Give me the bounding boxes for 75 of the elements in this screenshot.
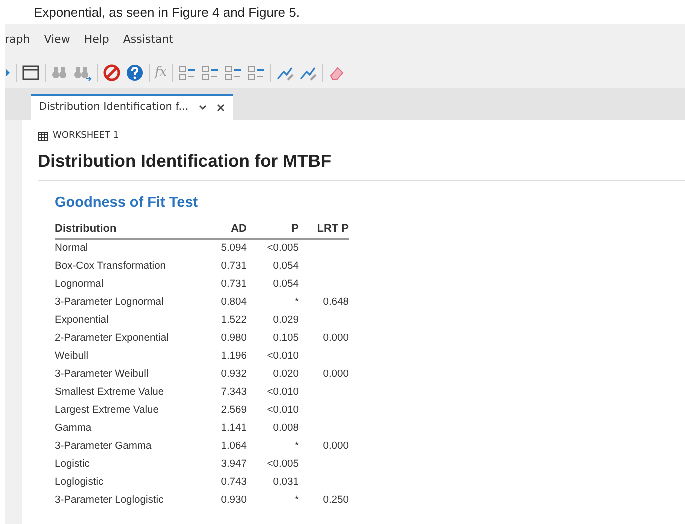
table-cell-text: <0.005	[266, 458, 299, 472]
layout-icon[interactable]	[224, 64, 242, 82]
table-cell-text: Exponential	[55, 314, 110, 328]
window-icon[interactable]	[22, 64, 40, 82]
table-cell-text: Lognormal	[55, 278, 105, 292]
menu-item[interactable]: View	[44, 32, 70, 60]
table-cell: 0.000	[299, 366, 349, 384]
menu-item[interactable]: Help	[84, 32, 110, 60]
table-cell: 0.105	[247, 330, 299, 348]
table-cell-text: 3-Parameter Lognormal	[55, 296, 165, 310]
table-cell-text: Box-Cox Transformation	[55, 260, 168, 274]
column-header: Distribution	[55, 220, 205, 239]
table-cell-text: 0.743	[220, 476, 247, 490]
table-cell-text: 0.029	[272, 314, 299, 328]
table-cell-text: 7.343	[220, 386, 247, 400]
tab-label: Distribution Identification f...	[39, 100, 189, 116]
table-cell: 0.000	[299, 438, 349, 456]
stop-icon[interactable]	[103, 64, 121, 82]
table-cell-text: 2-Parameter Exponential	[55, 332, 170, 346]
binoculars-icon[interactable]	[73, 64, 92, 82]
table-cell: 5.094	[205, 239, 247, 258]
table-cell: 0.250	[299, 492, 349, 510]
table-cell-text: 0.731	[220, 260, 247, 274]
table-cell-text: 0.731	[220, 278, 247, 292]
table-cell-text: 0.008	[272, 422, 299, 436]
table-cell-text: 1.141	[220, 422, 247, 436]
table-cell: 0.000	[299, 330, 349, 348]
table-cell-text: 0.980	[220, 332, 247, 346]
table-cell-text: Gamma	[55, 422, 93, 436]
column-header: AD	[205, 220, 247, 239]
table-cell-text: 0.054	[272, 278, 299, 292]
table-cell: *	[247, 294, 299, 312]
table-cell: *	[247, 438, 299, 456]
worksheet-label: WORKSHEET 1	[53, 130, 120, 143]
menu-item[interactable]: raph	[5, 32, 30, 60]
table-cell-text: <0.010	[266, 350, 299, 364]
table-cell: 0.648	[299, 294, 349, 312]
chevron-down-icon[interactable]	[198, 105, 207, 111]
table-cell-text: Logistic	[55, 458, 91, 472]
table-cell-text: 3-Parameter Weibull	[55, 368, 150, 382]
table-cell: Normal	[55, 239, 205, 258]
table-cell-text: <0.010	[266, 404, 299, 418]
layout-icon[interactable]	[201, 64, 220, 82]
table-cell-text: 1.196	[220, 350, 247, 364]
column-header: LRT P	[299, 220, 349, 239]
table-cell-text: Largest Extreme Value	[55, 404, 160, 418]
table-cell: <0.005	[247, 239, 299, 258]
table-cell-text: 1.064	[220, 440, 247, 454]
table-cell-text: Weibull	[55, 350, 90, 364]
table-cell-text: 0.054	[272, 260, 299, 274]
output-title: Distribution Identification for MTBF	[38, 148, 685, 181]
table-cell-text: 0.804	[220, 296, 247, 310]
table-cell-text: 1.522	[220, 314, 247, 328]
menu-item[interactable]: Assistant	[123, 32, 174, 60]
table-cell-text: 0.031	[272, 476, 299, 490]
table-cell-text: 0.932	[220, 368, 247, 382]
grid-icon	[38, 132, 48, 142]
table-cell-text: 2.569	[220, 404, 247, 418]
table-cell-text: 3.947	[220, 458, 247, 472]
table-cell: *	[247, 492, 299, 510]
body-text: Exponential, as seen in Figure 4 and Figure 5.	[33, 5, 300, 20]
help-icon[interactable]	[126, 64, 144, 82]
table-cell-text: 0.930	[220, 494, 247, 508]
table-cell-text: Loglogistic	[55, 476, 105, 490]
document-tab[interactable]: Distribution Identification f...	[31, 94, 233, 120]
column-header: P	[247, 220, 299, 239]
table-cell-text: 0.020	[272, 368, 299, 382]
section-title: Goodness of Fit Test	[55, 194, 200, 213]
table-cell-text: 3-Parameter Gamma	[55, 440, 153, 454]
layout-icon[interactable]	[178, 64, 196, 82]
close-icon[interactable]	[216, 104, 225, 112]
table-cell-text: <0.010	[266, 386, 299, 400]
table-cell-text: 3-Parameter Loglogistic	[55, 494, 165, 508]
layout-icon[interactable]	[247, 64, 266, 82]
table-cell-text: Smallest Extreme Value	[55, 386, 166, 400]
